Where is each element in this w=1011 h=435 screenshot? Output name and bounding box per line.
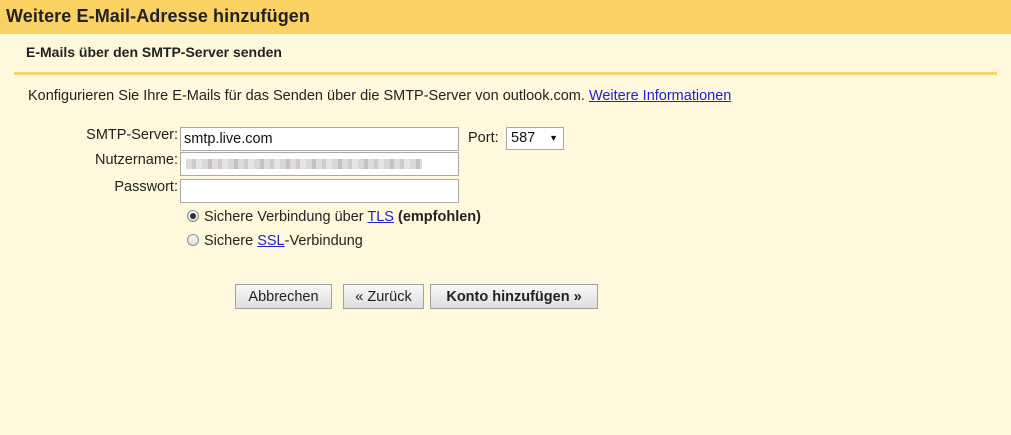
smtp-server-label: SMTP-Server: bbox=[86, 127, 178, 143]
tls-prefix: Sichere Verbindung über bbox=[204, 209, 368, 225]
add-account-button[interactable]: Konto hinzufügen » bbox=[430, 284, 598, 309]
ssl-prefix: Sichere bbox=[204, 233, 258, 249]
port-select[interactable]: 587 ▼ bbox=[506, 127, 564, 150]
username-label: Nutzername: bbox=[94, 152, 178, 168]
more-info-link[interactable]: Weitere Informationen bbox=[589, 88, 731, 104]
ssl-link[interactable]: SSL bbox=[257, 233, 284, 249]
tls-option[interactable]: Sichere Verbindung über TLS (empfohlen) bbox=[187, 209, 481, 225]
ssl-radio[interactable] bbox=[187, 234, 199, 246]
tls-recommended: (empfohlen) bbox=[393, 209, 481, 225]
password-label: Passwort: bbox=[114, 179, 178, 195]
back-button[interactable]: « Zurück bbox=[343, 284, 424, 309]
redacted-username bbox=[186, 159, 422, 169]
divider bbox=[14, 72, 997, 75]
tls-link[interactable]: TLS bbox=[367, 209, 394, 225]
ssl-option[interactable]: Sichere SSL-Verbindung bbox=[187, 233, 363, 249]
port-value: 587 bbox=[511, 130, 536, 146]
cancel-button[interactable]: Abbrechen bbox=[235, 284, 332, 309]
intro-description: Konfigurieren Sie Ihre E-Mails für das S… bbox=[28, 88, 589, 104]
port-label: Port: bbox=[468, 130, 499, 146]
password-input[interactable] bbox=[180, 179, 459, 203]
section-heading: E-Mails über den SMTP-Server senden bbox=[26, 44, 282, 60]
dialog-titlebar: Weitere E-Mail-Adresse hinzufügen bbox=[0, 0, 1011, 34]
chevron-down-icon: ▼ bbox=[549, 133, 558, 143]
smtp-server-input[interactable] bbox=[180, 127, 459, 151]
username-input[interactable] bbox=[180, 152, 459, 176]
dialog-title: Weitere E-Mail-Adresse hinzufügen bbox=[6, 6, 311, 26]
ssl-suffix: -Verbindung bbox=[284, 233, 363, 249]
intro-text: Konfigurieren Sie Ihre E-Mails für das S… bbox=[28, 88, 731, 104]
tls-radio[interactable] bbox=[187, 210, 199, 222]
